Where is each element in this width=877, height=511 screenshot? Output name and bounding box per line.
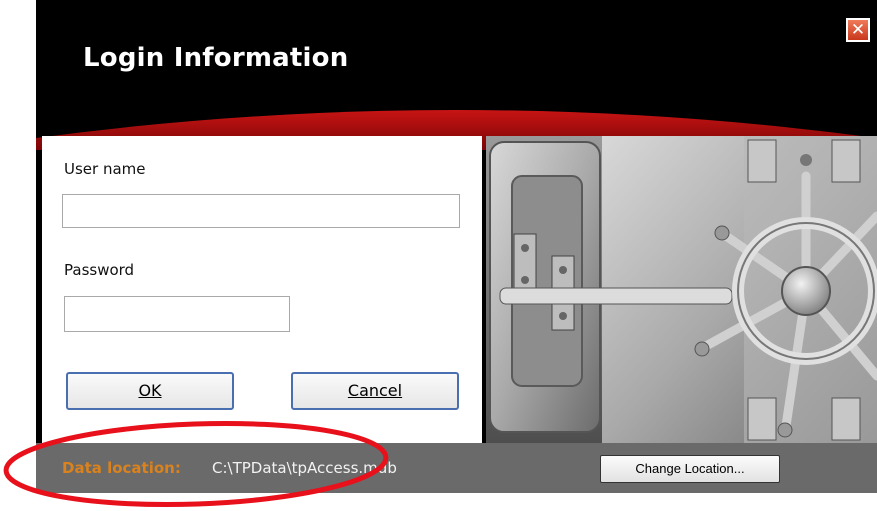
login-form-panel: User name Password OK Cancel: [42, 136, 482, 443]
username-input[interactable]: [62, 194, 460, 228]
cancel-button[interactable]: Cancel: [291, 372, 459, 410]
password-label: Password: [64, 261, 135, 279]
data-location-path: C:\TPData\tpAccess.mdb: [212, 459, 397, 477]
ok-button[interactable]: OK: [66, 372, 234, 410]
close-icon: ✕: [850, 20, 866, 40]
status-bar: Data location: C:\TPData\tpAccess.mdb Ch…: [36, 443, 877, 493]
dialog-title: Login Information: [83, 43, 349, 73]
username-label: User name: [64, 160, 146, 178]
data-location-label: Data location:: [62, 459, 181, 477]
change-location-button[interactable]: Change Location...: [600, 455, 780, 483]
cancel-button-label: Cancel: [347, 381, 403, 400]
close-button[interactable]: ✕: [846, 18, 870, 42]
password-input[interactable]: [64, 296, 290, 332]
login-dialog: Login Information ✕ User name Password O…: [36, 0, 877, 493]
vault-door-image: [486, 136, 877, 443]
ok-button-label: OK: [138, 381, 162, 400]
